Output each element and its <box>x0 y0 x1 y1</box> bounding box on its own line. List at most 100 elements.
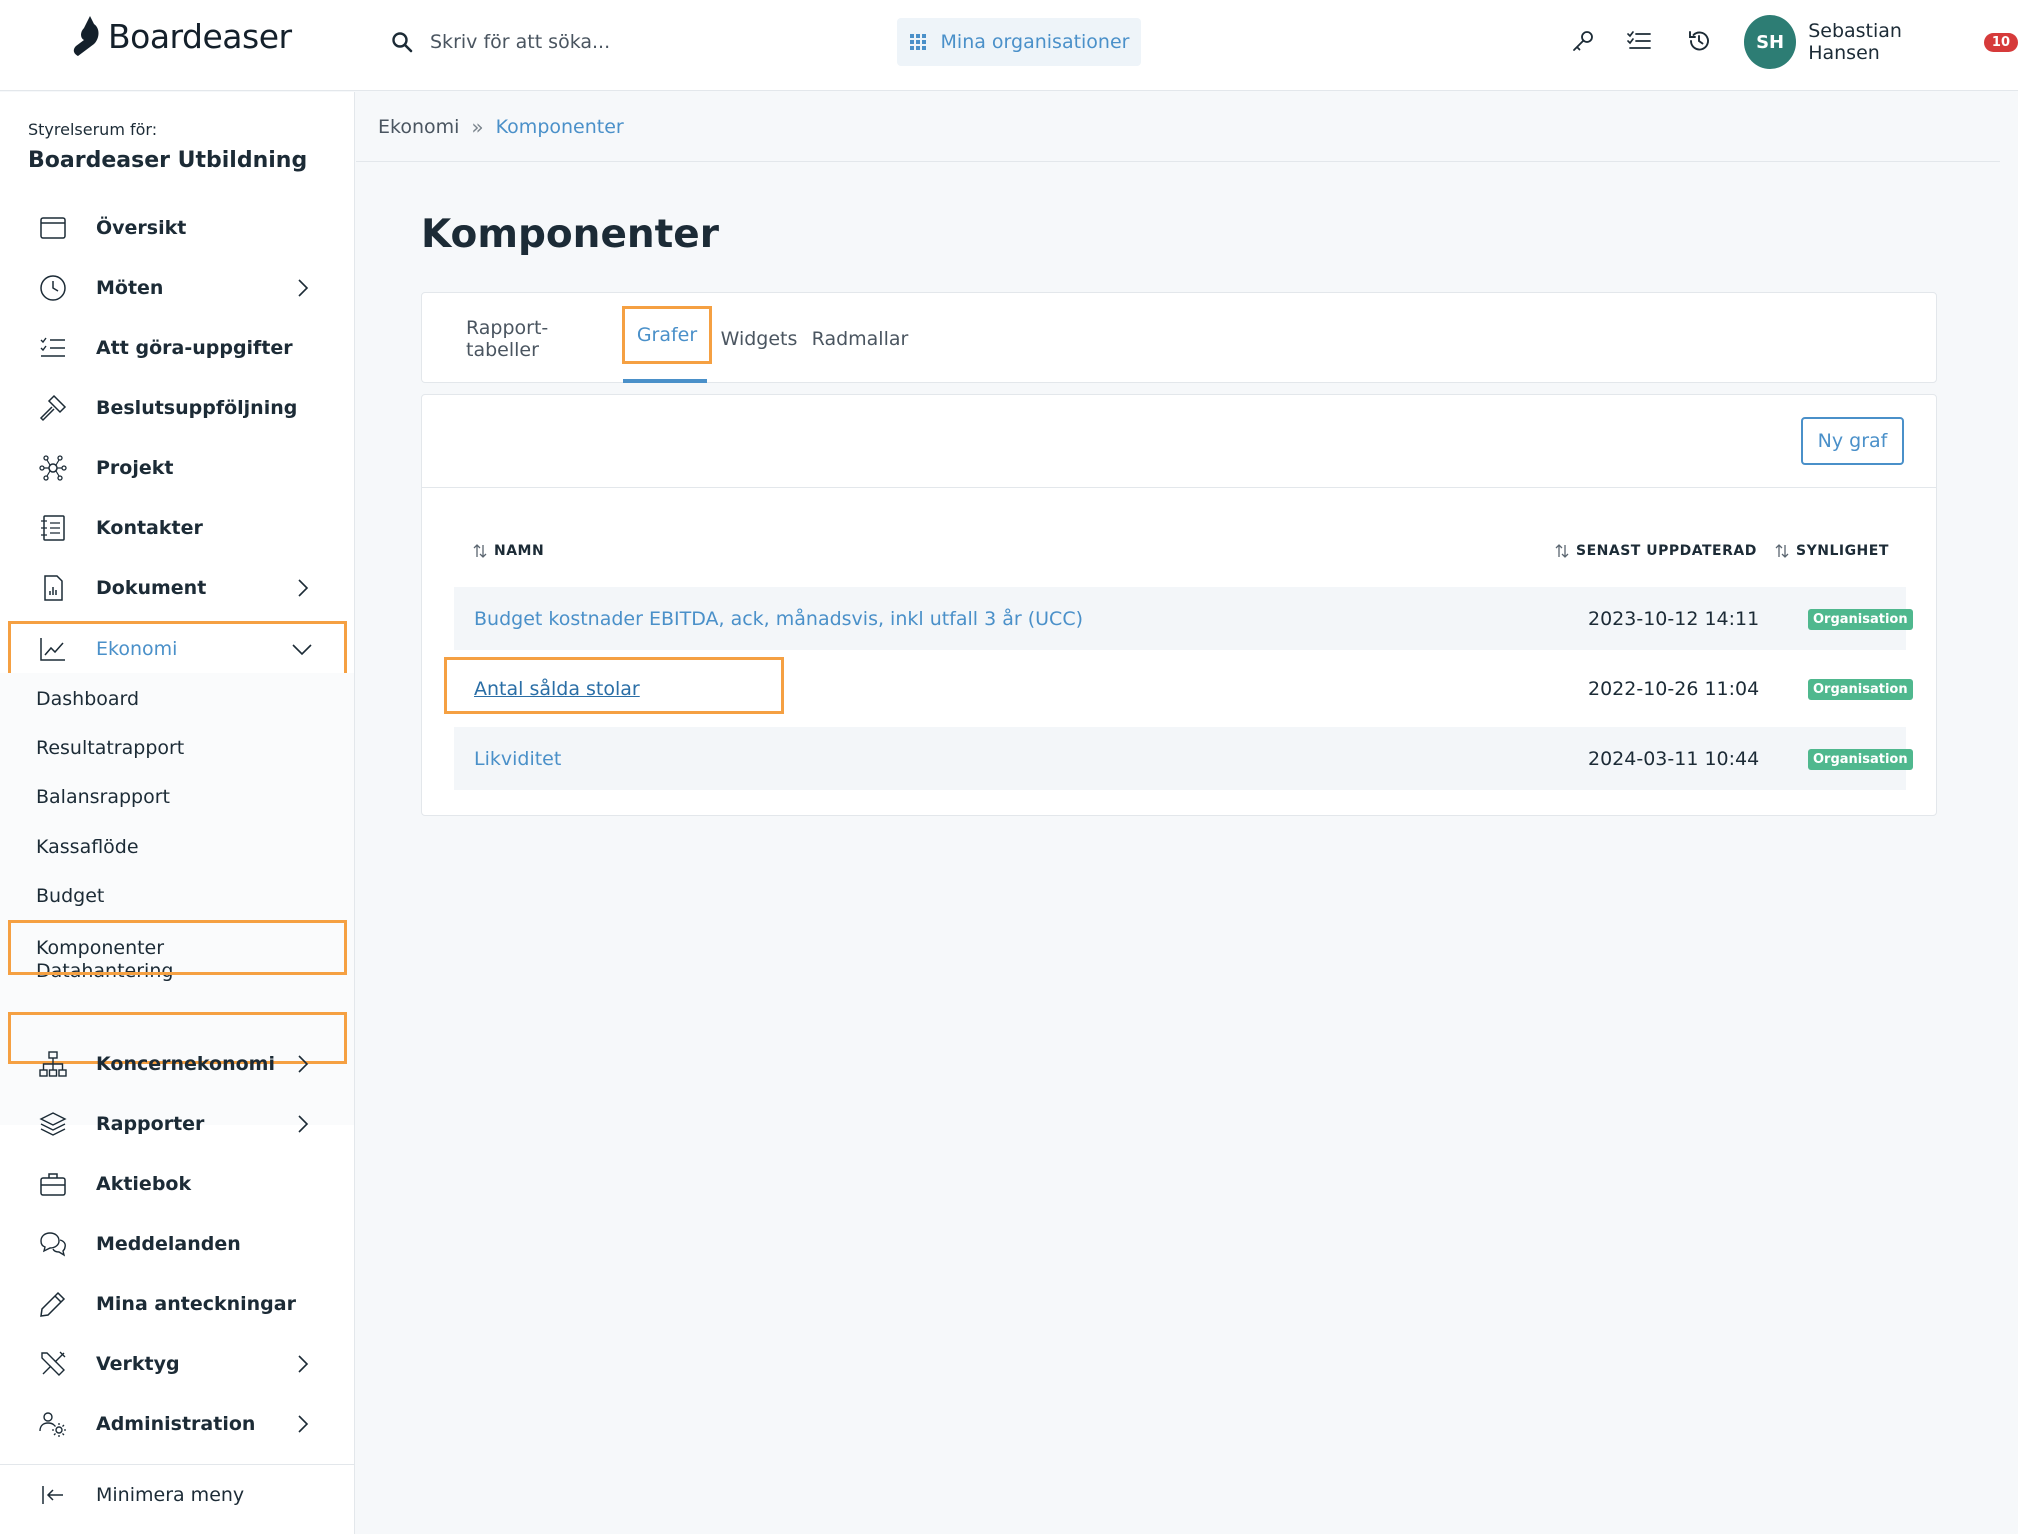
sidebar-item-moten[interactable]: Möten <box>8 262 347 314</box>
column-header-updated[interactable]: SENAST UPPDATERAD <box>1554 543 1757 559</box>
sidebar-item-dokument[interactable]: Dokument <box>8 562 347 614</box>
subnav-label: Dashboard <box>36 688 140 710</box>
sidebar-divider <box>0 1464 354 1465</box>
sidebar-item-label: Verktyg <box>96 1353 180 1375</box>
address-book-icon <box>36 511 70 545</box>
search-input[interactable] <box>430 31 750 53</box>
sidebar-item-rapporter[interactable]: Rapporter <box>8 1098 347 1150</box>
history-button[interactable] <box>1684 26 1714 56</box>
sidebar-item-koncernekonomi[interactable]: Koncernekonomi <box>8 1038 347 1090</box>
sidebar-item-verktyg[interactable]: Verktyg <box>8 1338 347 1390</box>
sidebar-item-label: Administration <box>96 1413 256 1435</box>
sidebar-item-label: Aktiebok <box>96 1173 192 1195</box>
org-name: Boardeaser Utbildning <box>28 148 308 173</box>
subnav-komponenter[interactable]: Komponenter <box>8 920 347 975</box>
sidebar-item-label: Rapporter <box>96 1113 205 1135</box>
column-header-visibility[interactable]: SYNLIGHET <box>1774 543 1889 559</box>
tab-rapport-tabeller[interactable]: Rapport-tabeller <box>466 293 618 384</box>
page-title: Komponenter <box>421 212 719 257</box>
subnav-label: Balansrapport <box>36 786 171 808</box>
tasks-button[interactable] <box>1624 26 1654 56</box>
network-icon <box>36 451 70 485</box>
subnav-kassaflode[interactable]: Kassaflöde <box>8 821 347 873</box>
subnav-resultatrapport[interactable]: Resultatrapport <box>8 722 347 774</box>
search-bar[interactable] <box>390 22 770 62</box>
sidebar-item-label: Koncernekonomi <box>96 1053 275 1075</box>
history-icon <box>1689 31 1709 51</box>
tools-icon <box>36 1347 70 1381</box>
document-icon <box>36 571 70 605</box>
sidebar-item-kontakter[interactable]: Kontakter <box>8 502 347 554</box>
chat-icon <box>36 1227 70 1261</box>
sidebar-item-label: Meddelanden <box>96 1233 241 1255</box>
search-icon <box>392 32 413 53</box>
new-graph-button[interactable]: Ny graf <box>1801 417 1904 465</box>
sidebar-item-label: Dokument <box>96 577 207 599</box>
chevron-right-icon <box>298 279 309 297</box>
breadcrumb-parent[interactable]: Ekonomi <box>378 116 459 138</box>
sidebar-item-meddelanden[interactable]: Meddelanden <box>8 1218 347 1270</box>
collapse-menu-button[interactable]: Minimera meny <box>8 1469 347 1521</box>
key-button[interactable] <box>1568 26 1598 56</box>
graph-name-link[interactable]: Budget kostnader EBITDA, ack, månadsvis,… <box>474 587 1083 650</box>
sort-icon <box>473 544 487 558</box>
my-organisations-button[interactable]: Mina organisationer <box>897 18 1141 66</box>
key-icon <box>1573 31 1593 51</box>
sidebar-item-todo[interactable]: Att göra-uppgifter <box>8 322 347 374</box>
avatar: SH <box>1744 15 1797 69</box>
visibility-badge: Organisation <box>1808 679 1913 700</box>
tab-grafer[interactable]: Grafer <box>622 306 712 364</box>
logo-icon <box>73 16 99 56</box>
briefcase-icon <box>36 1167 70 1201</box>
user-name: Sebastian Hansen <box>1808 20 1902 64</box>
chevron-right-icon <box>298 1055 309 1073</box>
tab-radmallar[interactable]: Radmallar <box>806 293 914 384</box>
sidebar-item-oversikt[interactable]: Översikt <box>8 202 347 254</box>
chevron-right-icon <box>298 1355 309 1373</box>
org-label: Styrelserum för: <box>28 120 158 139</box>
subnav-label: Budget <box>36 885 105 907</box>
sidebar-item-label: Att göra-uppgifter <box>96 337 293 359</box>
breadcrumb-current: Komponenter <box>495 115 624 138</box>
column-header-label: SYNLIGHET <box>1796 543 1889 559</box>
main-content: Ekonomi » Komponenter Komponenter Rappor… <box>356 92 2000 1534</box>
logo[interactable]: Boardeaser <box>70 14 292 58</box>
sidebar-item-label: Projekt <box>96 457 174 479</box>
visibility-badge: Organisation <box>1808 749 1913 770</box>
updated-date: 2022-10-26 11:04 <box>1588 677 1760 700</box>
pencil-icon <box>36 1287 70 1321</box>
visibility-badge: Organisation <box>1808 609 1913 630</box>
sidebar-item-aktiebok[interactable]: Aktiebok <box>8 1158 347 1210</box>
chevron-right-icon <box>298 1415 309 1433</box>
sort-icon <box>1555 544 1569 558</box>
card-header: Ny graf <box>422 395 1936 488</box>
sidebar-item-label: Kontakter <box>96 517 203 539</box>
sidebar-item-ekonomi[interactable]: Ekonomi <box>8 621 347 677</box>
breadcrumb-separator-icon: » <box>471 114 484 139</box>
subnav-label: Resultatrapport <box>36 737 185 759</box>
sidebar-item-label: Ekonomi <box>96 638 178 660</box>
subnav-balansrapport[interactable]: Balansrapport <box>8 771 347 823</box>
notification-badge: 10 <box>1983 32 2018 52</box>
tab-widgets[interactable]: Widgets <box>716 293 802 384</box>
subnav-dashboard[interactable]: Dashboard <box>8 673 347 725</box>
graph-name-link[interactable]: Likviditet <box>474 727 561 790</box>
sidebar-item-label: Möten <box>96 277 164 299</box>
graphs-card: Ny graf NAMN SENAST UPPDATERAD SYNLIGHET… <box>421 394 1937 816</box>
user-menu[interactable]: SH Sebastian Hansen 10 <box>1744 14 2018 70</box>
calendar-icon <box>36 211 70 245</box>
sidebar-item-anteckningar[interactable]: Mina anteckningar <box>8 1278 347 1330</box>
updated-date: 2024-03-11 10:44 <box>1588 747 1760 770</box>
sidebar-item-beslut[interactable]: Beslutsuppföljning <box>8 382 347 434</box>
collapse-menu-label: Minimera meny <box>96 1484 245 1506</box>
breadcrumb: Ekonomi » Komponenter <box>356 92 2000 162</box>
sidebar-item-projekt[interactable]: Projekt <box>8 442 347 494</box>
column-header-name[interactable]: NAMN <box>472 543 544 559</box>
sidebar-item-administration[interactable]: Administration <box>8 1398 347 1450</box>
subnav-budget[interactable]: Budget <box>8 870 347 922</box>
clock-icon <box>36 271 70 305</box>
subnav-label: Kassaflöde <box>36 836 139 858</box>
table-row: Budget kostnader EBITDA, ack, månadsvis,… <box>454 587 1913 650</box>
logo-text: Boardeaser <box>108 16 292 56</box>
grid-icon <box>909 34 926 50</box>
